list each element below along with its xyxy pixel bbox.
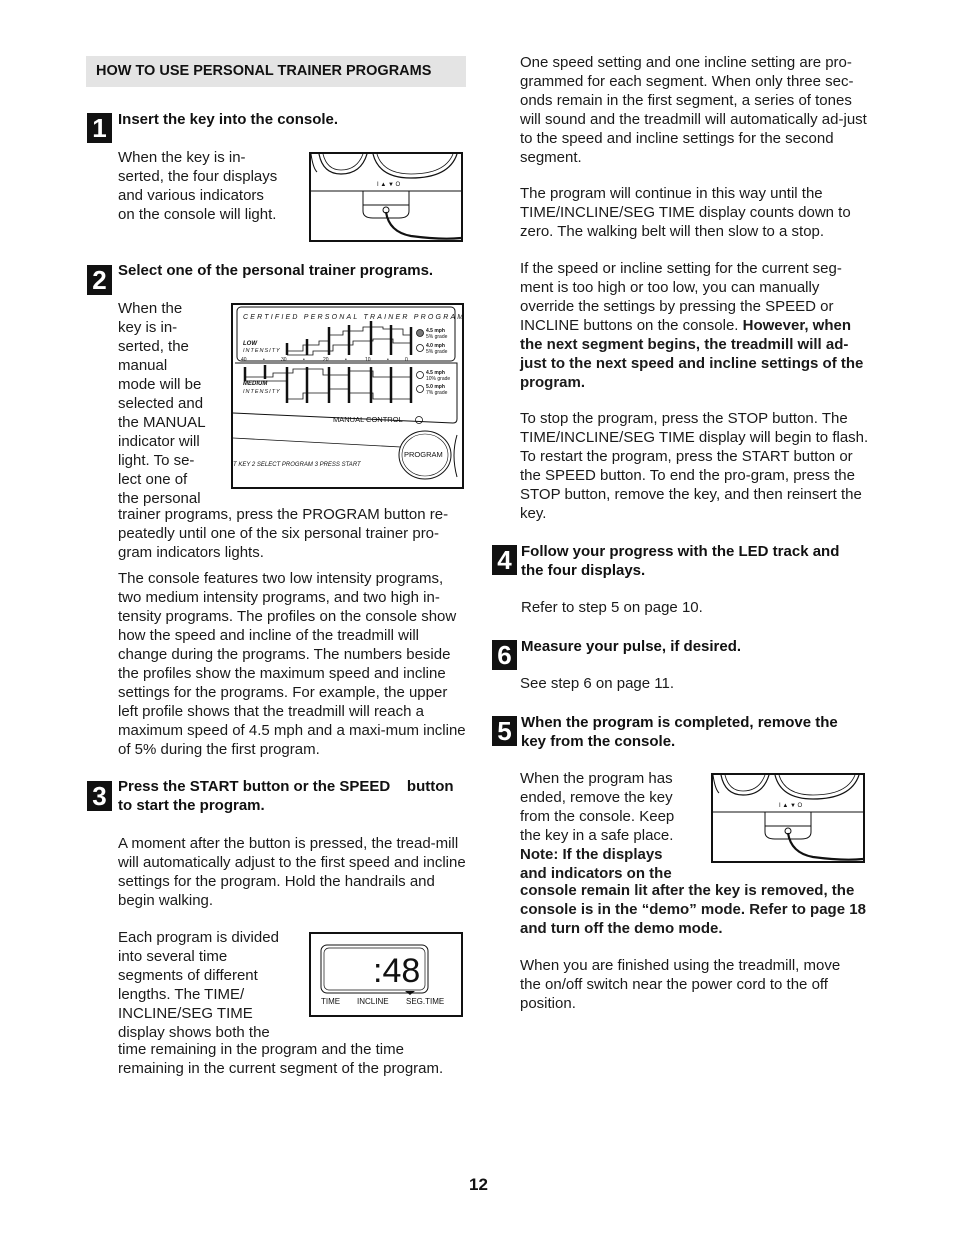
step-3-wrap-text: Each program is divided into several tim… bbox=[118, 928, 303, 1042]
step-4-title: Follow your progress with the LED track … bbox=[521, 543, 840, 579]
text-line: into several time bbox=[118, 948, 228, 965]
right-paragraph-4: To stop the program, press the STOP butt… bbox=[520, 410, 869, 522]
text-line: indicator will bbox=[118, 433, 200, 450]
text-line: When the program has bbox=[520, 770, 673, 787]
step-2-paragraph-2: The console features two low intensity p… bbox=[118, 570, 466, 758]
lcd-value: :48 bbox=[373, 952, 420, 990]
text-line: mode will be bbox=[118, 376, 202, 393]
step-2-wrap-text: When the key is in- serted, the manual m… bbox=[118, 299, 228, 508]
program-panel-illustration: CERTIFIED PERSONAL TRAINER PROGRAMS LOW … bbox=[231, 303, 464, 489]
text-line: on the console will light. bbox=[118, 206, 277, 223]
scale-tick: • bbox=[263, 357, 265, 363]
step-number-3: 3 bbox=[87, 781, 112, 811]
step-5-note-continuation: console remain lit after the key is remo… bbox=[520, 882, 866, 937]
text-line: light. To se- bbox=[118, 452, 195, 469]
step-number-4: 4 bbox=[492, 545, 517, 575]
step-4-body: Refer to step 5 on page 10. bbox=[521, 599, 703, 616]
text-line: selected and bbox=[118, 395, 204, 412]
medium-intensity-label: MEDIUM bbox=[243, 381, 268, 387]
program-indicator-icon bbox=[416, 344, 424, 352]
scale-tick: 20 bbox=[323, 357, 329, 363]
setting-grade: 5% grade bbox=[426, 334, 448, 340]
manual-indicator-icon bbox=[415, 416, 423, 424]
text-line: lengths. The TIME/ bbox=[118, 986, 245, 1003]
text-line: When the key is in- bbox=[118, 149, 246, 166]
step-number-6: 6 bbox=[492, 640, 517, 670]
program-indicator-icon bbox=[416, 385, 424, 393]
text-line: segments of different bbox=[118, 967, 258, 984]
display-label-time: TIME bbox=[321, 997, 340, 1006]
program-button-label: PROGRAM bbox=[404, 450, 443, 459]
text-line: Each program is divided bbox=[118, 929, 279, 946]
step-5-wrap-text: When the program has ended, remove the k… bbox=[520, 769, 705, 883]
program-banner: CERTIFIED PERSONAL TRAINER PROGRAMS bbox=[243, 314, 462, 321]
low-intensity-sub: INTENSITY bbox=[243, 348, 281, 354]
scale-tick: • bbox=[303, 357, 305, 363]
step-2-continuation: trainer programs, press the PROGRAM butt… bbox=[118, 506, 449, 561]
display-label-segtime: SEG.TIME bbox=[406, 997, 444, 1006]
scale-tick: • bbox=[387, 357, 389, 363]
indicator-labels: I ▲ ▼ O bbox=[779, 803, 803, 809]
program-console-graphic: CERTIFIED PERSONAL TRAINER PROGRAMS LOW … bbox=[233, 306, 462, 480]
scale-tick: 40 bbox=[241, 357, 247, 363]
text-line: serted, the bbox=[118, 338, 189, 355]
step-3-paragraph-1: A moment after the button is pressed, th… bbox=[118, 835, 466, 909]
text-line: serted, the four displays bbox=[118, 168, 278, 185]
text-line: lect one of bbox=[118, 471, 188, 488]
low-intensity-label: LOW bbox=[243, 341, 258, 347]
step-1-title: Insert the key into the console. bbox=[118, 111, 339, 128]
right-paragraph-3: If the speed or incline setting for the … bbox=[520, 259, 875, 392]
indicator-labels: I ▲ ▼ O bbox=[377, 182, 401, 188]
step-1-text: When the key is in- serted, the four dis… bbox=[118, 148, 298, 224]
step-number-2: 2 bbox=[87, 265, 112, 295]
right-paragraph-1: One speed setting and one incline settin… bbox=[520, 54, 867, 166]
section-title: HOW TO USE PERSONAL TRAINER PROGRAMS bbox=[86, 56, 466, 87]
step-3-continuation: time remaining in the program and the ti… bbox=[118, 1041, 444, 1077]
console-key-icon: I ▲ ▼ O bbox=[713, 775, 863, 861]
page-number: 12 bbox=[469, 1175, 488, 1194]
instruction-strip: T KEY 2 SELECT PROGRAM 3 PRESS START bbox=[233, 462, 362, 468]
setting-grade: 5% grade bbox=[426, 349, 448, 355]
step-5-final: When you are finished using the treadmil… bbox=[520, 957, 841, 1012]
scale-tick: 30 bbox=[281, 357, 287, 363]
key-remove-illustration: I ▲ ▼ O bbox=[711, 773, 865, 863]
console-key-icon: I ▲ ▼ O bbox=[311, 154, 461, 240]
note-line: Note: If the displays bbox=[520, 846, 663, 863]
text-line: the MANUAL bbox=[118, 414, 206, 431]
scale-tick: • bbox=[345, 357, 347, 363]
text-line: ended, remove the key bbox=[520, 789, 673, 806]
text-line: INCLINE/SEG TIME bbox=[118, 1005, 253, 1022]
step-2-title: Select one of the personal trainer progr… bbox=[118, 262, 434, 279]
key-insert-illustration: I ▲ ▼ O bbox=[309, 152, 463, 242]
scale-tick: 10 bbox=[365, 357, 371, 363]
display-label-incline: INCLINE bbox=[357, 997, 389, 1006]
step-3-title-line-1: Press the START button or the SPEED butt… bbox=[118, 778, 454, 795]
medium-intensity-sub: INTENSITY bbox=[243, 389, 281, 395]
step-3-title-line-2: to start the program. bbox=[118, 797, 265, 814]
text-line: and various indicators bbox=[118, 187, 264, 204]
right-paragraph-2: The program will continue in this way un… bbox=[520, 185, 851, 240]
step-number-5: 5 bbox=[492, 716, 517, 746]
step-6-title: Measure your pulse, if desired. bbox=[521, 638, 742, 655]
text-line: manual bbox=[118, 357, 168, 374]
step-5-title: When the program is completed, remove th… bbox=[521, 714, 838, 750]
setting-grade: 7% grade bbox=[426, 390, 448, 396]
program-indicator-icon bbox=[416, 371, 424, 379]
manual-control-label: MANUAL CONTROL bbox=[333, 415, 403, 424]
text-line: from the console. Keep bbox=[520, 808, 675, 825]
time-display-illustration: :48 TIME INCLINE SEG.TIME bbox=[309, 932, 463, 1017]
step-number-1: 1 bbox=[87, 113, 112, 143]
step-6-body: See step 6 on page 11. bbox=[520, 675, 675, 692]
text-line: When the bbox=[118, 300, 183, 317]
scale-tick: 0 bbox=[405, 357, 408, 363]
lcd-display-graphic: :48 TIME INCLINE SEG.TIME bbox=[320, 944, 444, 1006]
text-line: the key in a safe place. bbox=[520, 827, 674, 844]
program-indicator-icon bbox=[416, 329, 424, 337]
setting-grade: 10% grade bbox=[426, 376, 450, 382]
text-line: key is in- bbox=[118, 319, 178, 336]
